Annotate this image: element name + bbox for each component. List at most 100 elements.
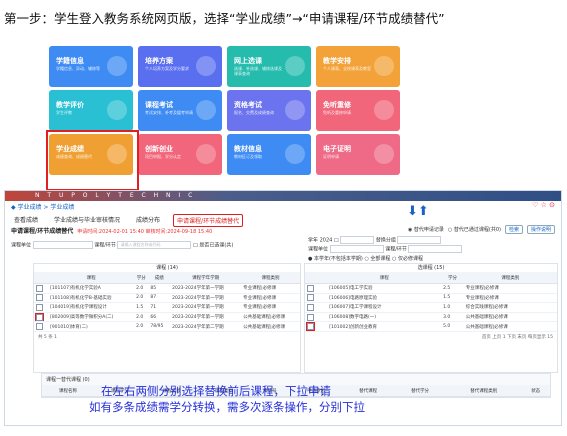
column-header: 替代课程: [342, 385, 395, 397]
row-checkbox[interactable]: [36, 284, 43, 292]
query-button[interactable]: 检索: [504, 225, 523, 234]
year-select[interactable]: 学年 2024 □: [308, 238, 339, 244]
right-pager[interactable]: 首页 上页 1 下页 末页 每页显示 15: [305, 332, 557, 342]
module-tile[interactable]: 课程考试 考试安排、补考及缓考申请: [138, 90, 222, 131]
table-row[interactable]: [101002]创新创业教育 5.0 公共基础课程|必修课: [305, 321, 557, 332]
radio-approved[interactable]: ○ 替代已通过课程(共0): [448, 226, 501, 233]
tile-icon: [107, 100, 127, 120]
tile-subtitle: 个人培养方案及学分要求: [145, 66, 189, 71]
table-row[interactable]: [106007]电工学课程设计 1.0 综合实践课程|必修课: [305, 302, 557, 313]
right-unit-select[interactable]: [329, 245, 384, 253]
help-button[interactable]: 操作说明: [526, 225, 555, 234]
selected-checkbox[interactable]: □ 是否已选课(共): [193, 243, 233, 249]
row-checkbox[interactable]: [307, 294, 314, 302]
tile-icon: [374, 144, 394, 164]
table-cell: 2.0: [134, 312, 149, 323]
table-cell: [104019]有机化学课程设计: [48, 302, 135, 313]
period-text: 申请时间:2024-02-01 15:40 审核时间:2024-09-18 15…: [77, 229, 213, 235]
row-checkbox[interactable]: [36, 323, 43, 331]
tile-icon: [285, 144, 305, 164]
right-filter-2: 课程单位 课程/环节: [308, 245, 463, 253]
table-cell: 专业课程|必修课: [241, 293, 300, 304]
column-header: 课程名称: [42, 385, 94, 397]
module-tile[interactable]: 资格考试 报名、交费及成绩查询: [227, 90, 311, 131]
tile-title: 教材信息: [234, 145, 262, 153]
tile-subtitle: 个人课表、全校课表及教室: [323, 66, 371, 71]
table-cell: 71: [148, 302, 171, 313]
step-heading: 第一步：学生登入教务系统网页版，选择“学业成绩”→“申请课程/环节成绩替代”: [4, 11, 445, 26]
tile-subtitle: 学籍信息、异动、辅修等: [56, 66, 100, 71]
table-cell: 2.0: [134, 321, 149, 332]
term-select[interactable]: [340, 236, 375, 244]
module-tile[interactable]: 培养方案 个人培养方案及学分要求: [138, 46, 222, 87]
module-tile[interactable]: 网上选课 选课、补选课、辅修选课及课表查询: [227, 46, 311, 87]
table-cell: 专业课程|必修课: [241, 302, 300, 313]
table-row[interactable]: [802009]高等数学微积分A(二) 2.0 66 2023-2024学年第一学期公…: [34, 312, 300, 323]
table-cell: [106006]电路原理实验: [327, 293, 442, 304]
breadcrumb[interactable]: ◆ 学业成绩 > 学业成绩: [11, 202, 74, 211]
module-tile[interactable]: 免听重修 免听及重修申请: [316, 90, 400, 131]
table-cell: 2.0: [134, 283, 149, 294]
module-tile[interactable]: 电子证明 证明申请: [316, 134, 400, 175]
right-course-input[interactable]: [408, 245, 463, 253]
table-cell: [101107]有机化学实验A: [48, 283, 135, 294]
table-cell: 2023-2024学年第二学期: [170, 321, 242, 332]
module-tile[interactable]: 教学评价 学生评教: [49, 90, 133, 131]
page-title: 申请课程/环节成绩替代 申请时间:2024-02-01 15:40 审核时间:20…: [11, 228, 213, 235]
module-tile[interactable]: 创新创业 项目申报、学分认定: [138, 134, 222, 175]
row-checkbox[interactable]: [307, 303, 314, 311]
unit-select[interactable]: [32, 241, 93, 249]
table-row[interactable]: [101108]有机化学B-基础实验 2.0 87 2023-2024学年第一学期 专业…: [34, 293, 300, 304]
table-cell: 2023-2024学年第一学期: [170, 302, 242, 313]
tile-title: 培养方案: [145, 57, 173, 65]
row-checkbox[interactable]: [36, 303, 43, 311]
table-cell: [106008]数字电路(一): [327, 312, 442, 323]
row-checkbox[interactable]: [307, 284, 314, 292]
table-cell: [802009]高等数学微积分A(二): [48, 312, 135, 323]
module-tile[interactable]: 教材信息 教材征订及领取: [227, 134, 311, 175]
row-checkbox[interactable]: [306, 322, 315, 331]
table-cell: 公共基础课程|必修课: [463, 312, 557, 323]
tile-title: 教学评价: [56, 101, 84, 109]
tile-subtitle: 选课、补选课、辅修选课及课表查询: [234, 66, 282, 76]
tile-icon: [374, 100, 394, 120]
table-cell: [901010]体育(二): [48, 321, 135, 332]
table-cell: 5.0: [441, 321, 464, 332]
tile-title: 资格考试: [234, 101, 262, 109]
tile-subtitle: 证明申请: [323, 154, 339, 159]
table-cell: 87: [148, 293, 171, 304]
table-cell: 1.5: [441, 293, 464, 304]
group-select[interactable]: [397, 236, 442, 244]
site-banner: N T U P O L Y T E C H N I C: [5, 191, 561, 201]
move-arrows[interactable]: ⬇⬆: [407, 204, 429, 219]
column-header: 替代学分: [394, 385, 447, 397]
scope-radios[interactable]: ● 本学年(不包括本学期) ○ 全部课程 ○ 仅必修课程: [308, 255, 423, 262]
tile-icon: [107, 56, 127, 76]
move-down-icon[interactable]: ⬇⬆: [407, 204, 429, 219]
table-row[interactable]: [106008]数字电路(一) 3.0 公共基础课程|必修课: [305, 312, 557, 323]
left-pager[interactable]: 共 5 条 1: [34, 332, 300, 342]
table-row[interactable]: [101107]有机化学实验A 2.0 85 2023-2024学年第一学期 专业课程|…: [34, 283, 300, 294]
table-cell: 1.0: [441, 302, 464, 313]
note-line-2: 如有多条成绩需学分转换，需多次逐条操作，分别下拉: [89, 400, 365, 414]
window-icons[interactable]: ♡ ☆ ⊙: [532, 201, 555, 209]
radio-records[interactable]: ◉ 替代申请记录: [408, 226, 444, 233]
left-course-table: 课程 学分 成绩 课程学年学期 课程类别 [101107]有机化学实验A 2.0 85 202…: [34, 272, 300, 332]
tile-subtitle: 考试安排、补考及缓考申请: [145, 110, 193, 115]
table-row[interactable]: [104019]有机化学课程设计 1.5 71 2023-2024学年第一学期 专业课程…: [34, 302, 300, 313]
tile-title: 创新创业: [145, 145, 173, 153]
table-cell: 2023-2024学年第一学期: [170, 312, 242, 323]
row-checkbox[interactable]: [36, 294, 43, 302]
table-row[interactable]: [901010]体育(二) 2.0 78/95 2023-2024学年第二学期 公共基础…: [34, 321, 300, 332]
table-cell: 1.5: [134, 302, 149, 313]
left-panel-title: 课程 (14): [156, 265, 178, 271]
table-row[interactable]: [106006]电路原理实验 1.5 专业课程|必修课: [305, 293, 557, 304]
row-checkbox[interactable]: [307, 313, 314, 321]
course-search-input[interactable]: 请输入课程名称或代码: [117, 241, 192, 249]
table-row[interactable]: [106005]电工学实验 2.5 专业课程|必修课: [305, 283, 557, 294]
column-header: 状态: [521, 385, 550, 397]
module-tile[interactable]: 学籍信息 学籍信息、异动、辅修等: [49, 46, 133, 87]
module-tile[interactable]: 教学安排 个人课表、全校课表及教室: [316, 46, 400, 87]
row-checkbox[interactable]: [35, 312, 44, 321]
tile-title: 网上选课: [234, 57, 262, 65]
